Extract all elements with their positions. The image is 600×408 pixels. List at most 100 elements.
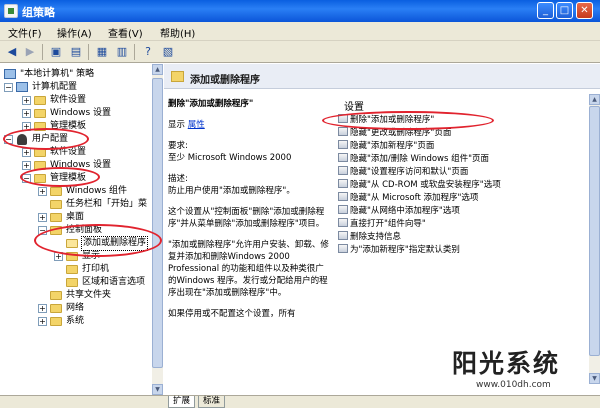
details-header: 添加或删除程序 xyxy=(164,64,600,89)
toolbar-separator xyxy=(88,44,89,60)
extended-view-icon[interactable]: ▧ xyxy=(160,44,176,60)
setting-title: 删除"添加或删除程序" xyxy=(168,99,254,109)
requirements: 要求: 至少 Microsoft Windows 2000 xyxy=(168,141,292,163)
watermark: 阳光系统 www.010dh.com xyxy=(438,342,600,408)
setting-row[interactable]: 为"添加新程序"指定默认类别 xyxy=(338,244,460,256)
collapse-toggle[interactable]: − xyxy=(4,83,13,92)
extended-description: 删除"添加或删除程序" 显示 属性 要求: 至少 Microsoft Windo… xyxy=(168,98,330,329)
setting-row[interactable]: 隐藏"从 CD-ROM 或软盘安装程序"选项 xyxy=(338,179,501,191)
watermark-url: www.010dh.com xyxy=(476,380,551,390)
up-folder-icon[interactable]: ▣ xyxy=(48,44,64,60)
scroll-thumb[interactable] xyxy=(589,106,600,356)
expand-toggle[interactable]: + xyxy=(22,161,31,170)
expand-toggle[interactable]: + xyxy=(38,304,47,313)
settings-list: 设置 删除"添加或删除程序" 隐藏"更改或删除程序"页面 隐藏"添加新程序"页面… xyxy=(334,94,600,384)
folder-icon xyxy=(171,71,184,82)
description-paragraph: "添加或删除程序"允许用户安装、卸载、修复并添加和删除Windows 2000 … xyxy=(168,240,329,298)
export-icon[interactable]: ▥ xyxy=(114,44,130,60)
computer-icon xyxy=(16,82,28,92)
menu-help[interactable]: 帮助(H) xyxy=(160,25,195,40)
expand-toggle[interactable]: + xyxy=(22,148,31,157)
show-hide-tree-icon[interactable]: ▤ xyxy=(68,44,84,60)
user-icon xyxy=(17,134,27,145)
folder-icon xyxy=(66,252,78,261)
policy-setting-icon xyxy=(338,114,348,123)
expand-toggle[interactable]: + xyxy=(38,213,47,222)
setting-row[interactable]: 直接打开"组件向导" xyxy=(338,218,426,230)
folder-icon xyxy=(50,213,62,222)
policy-setting-icon xyxy=(338,166,348,175)
folder-icon xyxy=(50,226,62,235)
folder-icon xyxy=(50,304,62,313)
folder-icon xyxy=(34,161,46,170)
expand-toggle[interactable]: + xyxy=(38,187,47,196)
forward-icon[interactable]: ▶ xyxy=(22,44,38,60)
folder-open-icon xyxy=(66,239,78,248)
collapse-toggle[interactable]: − xyxy=(22,174,31,183)
back-icon[interactable]: ◀ xyxy=(4,44,20,60)
tab-extended[interactable]: 扩展 xyxy=(168,396,196,408)
menu-action[interactable]: 操作(A) xyxy=(57,25,92,40)
display-properties-line: 显示 属性 xyxy=(168,120,205,130)
policy-setting-icon xyxy=(338,218,348,227)
scroll-thumb[interactable] xyxy=(152,78,163,368)
setting-row[interactable]: 隐藏"从网络中添加程序"选项 xyxy=(338,205,460,217)
setting-row[interactable]: 隐藏"从 Microsoft 添加程序"选项 xyxy=(338,192,478,204)
setting-row[interactable]: 删除支持信息 xyxy=(338,231,401,243)
expand-toggle[interactable]: + xyxy=(38,317,47,326)
policy-setting-icon xyxy=(338,140,348,149)
scroll-down-arrow[interactable]: ▼ xyxy=(152,384,163,395)
setting-row[interactable]: 隐藏"更改或删除程序"页面 xyxy=(338,127,451,139)
expand-toggle[interactable]: + xyxy=(22,109,31,118)
tree-footer xyxy=(0,395,164,408)
window-title: 组策略 xyxy=(22,6,55,19)
scroll-up-arrow[interactable]: ▲ xyxy=(152,64,163,75)
menu-bar: 文件(F) 操作(A) 查看(V) 帮助(H) xyxy=(0,22,600,41)
folder-icon xyxy=(34,174,46,183)
group-policy-app-icon xyxy=(4,4,18,18)
setting-row[interactable]: 删除"添加或删除程序" xyxy=(338,114,434,126)
collapse-toggle[interactable]: − xyxy=(4,135,13,144)
folder-icon xyxy=(50,317,62,326)
maximize-button[interactable]: □ xyxy=(556,2,573,19)
policy-setting-icon xyxy=(338,153,348,162)
policy-setting-icon xyxy=(338,231,348,240)
close-button[interactable]: ✕ xyxy=(576,2,593,19)
policy-setting-icon xyxy=(338,244,348,253)
folder-icon xyxy=(50,291,62,300)
tree-scrollbar[interactable]: ▲ ▼ xyxy=(152,64,163,395)
expand-toggle[interactable]: + xyxy=(54,252,63,261)
folder-icon xyxy=(50,187,62,196)
folder-icon xyxy=(34,96,46,105)
title-bar[interactable]: 组策略 _ □ ✕ xyxy=(0,0,600,22)
setting-row[interactable]: 隐藏"添加/删除 Windows 组件"页面 xyxy=(338,153,489,165)
details-title: 添加或删除程序 xyxy=(190,75,260,86)
toolbar: ◀ ▶ ▣ ▤ ▦ ▥ ? ▧ xyxy=(0,41,600,63)
scroll-up-arrow[interactable]: ▲ xyxy=(589,94,600,105)
policy-setting-icon xyxy=(338,127,348,136)
watermark-brand: 阳光系统 xyxy=(452,349,561,378)
console-tree[interactable]: "本地计算机" 策略 − 计算机配置 + 软件设置 + Windows 设置 +… xyxy=(0,64,163,395)
policy-icon xyxy=(4,69,16,79)
toolbar-separator xyxy=(134,44,135,60)
description: 描述: 防止用户使用"添加或删除程序"。 xyxy=(168,174,295,196)
tab-standard[interactable]: 标准 xyxy=(198,396,226,408)
collapse-toggle[interactable]: − xyxy=(38,226,47,235)
toolbar-separator xyxy=(42,44,43,60)
policy-setting-icon xyxy=(338,192,348,201)
properties-icon[interactable]: ▦ xyxy=(94,44,110,60)
help-icon[interactable]: ? xyxy=(140,44,156,60)
setting-row[interactable]: 隐藏"设置程序访问和默认"页面 xyxy=(338,166,468,178)
policy-setting-icon xyxy=(338,179,348,188)
menu-view[interactable]: 查看(V) xyxy=(108,25,143,40)
properties-link[interactable]: 属性 xyxy=(188,120,205,130)
menu-file[interactable]: 文件(F) xyxy=(8,25,42,40)
folder-icon xyxy=(50,200,62,209)
details-scrollbar[interactable]: ▲ ▼ xyxy=(589,94,600,384)
expand-toggle[interactable]: + xyxy=(22,122,31,131)
minimize-button[interactable]: _ xyxy=(537,2,554,19)
setting-row[interactable]: 隐藏"添加新程序"页面 xyxy=(338,140,434,152)
settings-column-header[interactable]: 设置 xyxy=(344,98,364,113)
folder-icon xyxy=(34,122,46,131)
expand-toggle[interactable]: + xyxy=(22,96,31,105)
